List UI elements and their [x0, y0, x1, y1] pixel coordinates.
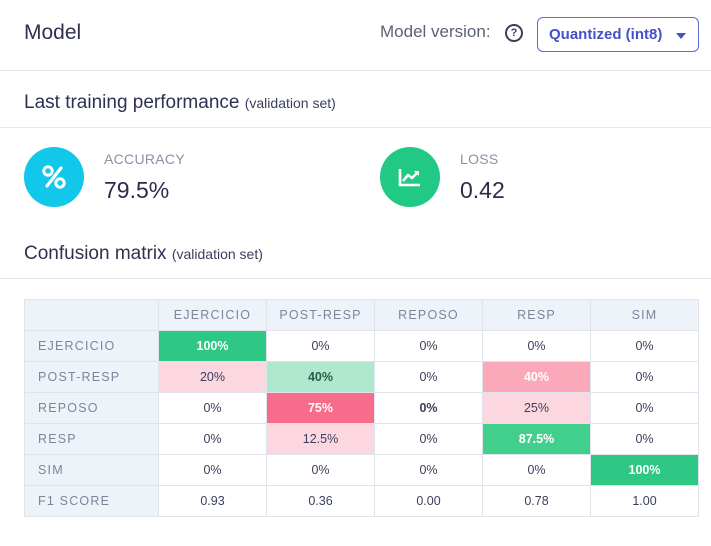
confusion-title-text: Confusion matrix — [24, 243, 167, 264]
table-row: SIM 0% 0% 0% 0% 100% — [24, 454, 699, 486]
matrix-cell: 0% — [266, 454, 375, 486]
matrix-cell: 0% — [158, 454, 267, 486]
matrix-cell: 25% — [482, 392, 591, 424]
matrix-cell: 75% — [266, 392, 375, 424]
matrix-cell: 0% — [590, 392, 699, 424]
matrix-cell: 0% — [590, 330, 699, 362]
accuracy-value: 79.5% — [104, 177, 170, 203]
trend-chart-icon — [380, 147, 440, 207]
loss-label: LOSS — [460, 151, 499, 167]
loss-value: 0.42 — [460, 177, 505, 203]
f1-cell: 0.36 — [266, 485, 375, 517]
matrix-cell: 12.5% — [266, 423, 375, 455]
column-header: POST-RESP — [266, 299, 375, 331]
row-header: SIM — [24, 454, 159, 486]
row-header: RESP — [24, 423, 159, 455]
f1-cell: 0.93 — [158, 485, 267, 517]
training-performance-title: Last training performance (validation se… — [24, 92, 336, 114]
f1-score-row: F1 SCORE 0.93 0.36 0.00 0.78 1.00 — [24, 485, 699, 517]
matrix-cell: 40% — [266, 361, 375, 393]
column-header: EJERCICIO — [158, 299, 267, 331]
row-header: F1 SCORE — [24, 485, 159, 517]
model-header: Model Model version: ? Quantized (int8) — [0, 0, 711, 70]
percent-icon — [24, 147, 84, 207]
column-header: SIM — [590, 299, 699, 331]
divider — [0, 278, 711, 279]
matrix-cell: 20% — [158, 361, 267, 393]
confusion-matrix-table: EJERCICIO POST-RESP REPOSO RESP SIM EJER… — [24, 299, 699, 517]
matrix-cell: 0% — [374, 392, 483, 424]
corner-cell — [24, 299, 159, 331]
f1-cell: 0.78 — [482, 485, 591, 517]
matrix-cell: 0% — [158, 423, 267, 455]
question-circle-icon[interactable]: ? — [505, 24, 523, 42]
row-header: EJERCICIO — [24, 330, 159, 362]
training-title-text: Last training performance — [24, 92, 240, 113]
table-header-row: EJERCICIO POST-RESP REPOSO RESP SIM — [24, 299, 699, 331]
matrix-cell: 0% — [374, 330, 483, 362]
table-row: RESP 0% 12.5% 0% 87.5% 0% — [24, 423, 699, 455]
model-version-label: Model version: — [380, 22, 491, 41]
matrix-cell: 87.5% — [482, 423, 591, 455]
matrix-cell: 100% — [590, 454, 699, 486]
matrix-cell: 0% — [482, 454, 591, 486]
f1-cell: 1.00 — [590, 485, 699, 517]
confusion-matrix-title: Confusion matrix (validation set) — [24, 243, 263, 265]
matrix-cell: 0% — [482, 330, 591, 362]
matrix-cell: 0% — [158, 392, 267, 424]
matrix-cell: 0% — [374, 361, 483, 393]
matrix-cell: 40% — [482, 361, 591, 393]
table-row: REPOSO 0% 75% 0% 25% 0% — [24, 392, 699, 424]
divider — [0, 70, 711, 71]
f1-cell: 0.00 — [374, 485, 483, 517]
model-version-value: Quantized (int8) — [549, 26, 663, 43]
column-header: REPOSO — [374, 299, 483, 331]
chevron-down-icon — [676, 33, 686, 39]
column-header: RESP — [482, 299, 591, 331]
divider — [0, 127, 711, 128]
matrix-cell: 0% — [590, 361, 699, 393]
row-header: REPOSO — [24, 392, 159, 424]
accuracy-label: ACCURACY — [104, 151, 185, 167]
table-row: POST-RESP 20% 40% 0% 40% 0% — [24, 361, 699, 393]
matrix-cell: 0% — [266, 330, 375, 362]
matrix-cell: 0% — [374, 454, 483, 486]
confusion-subtitle: (validation set) — [171, 246, 263, 262]
training-subtitle: (validation set) — [244, 95, 336, 111]
page-title: Model — [24, 21, 82, 44]
matrix-cell: 100% — [158, 330, 267, 362]
model-version-select[interactable]: Quantized (int8) — [537, 17, 699, 52]
matrix-cell: 0% — [590, 423, 699, 455]
table-row: EJERCICIO 100% 0% 0% 0% 0% — [24, 330, 699, 362]
row-header: POST-RESP — [24, 361, 159, 393]
matrix-cell: 0% — [374, 423, 483, 455]
